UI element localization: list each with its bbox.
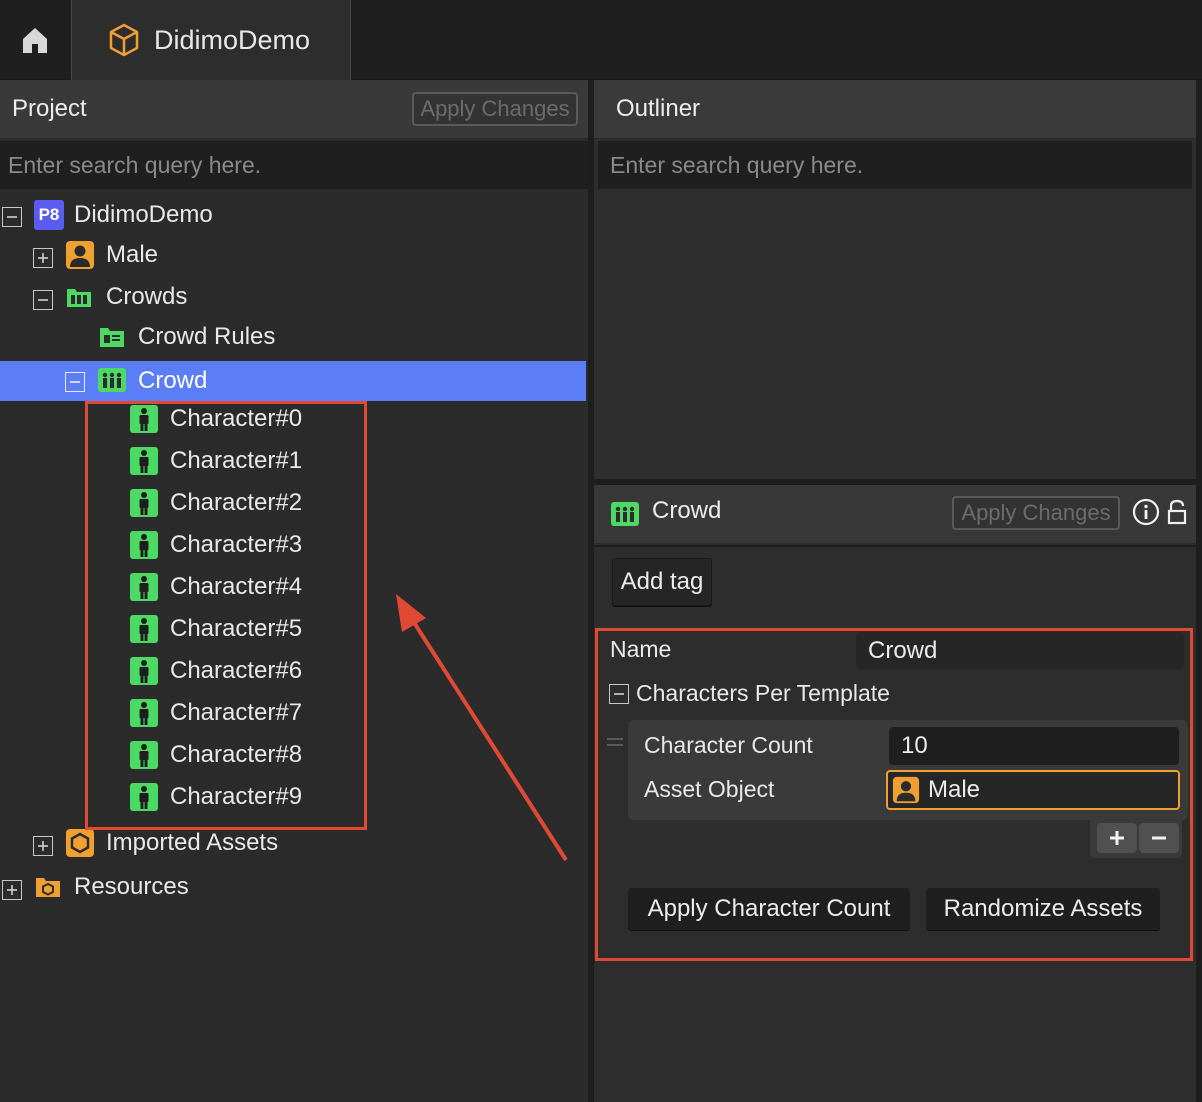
outliner-header: Outliner [594,80,1196,138]
crowd-icon [611,502,639,526]
project-title: Project [12,95,87,122]
tree-item-label: Resources [74,873,189,900]
outliner-title: Outliner [616,95,701,122]
cube-icon [109,23,139,57]
right-edge [1196,80,1202,1102]
outliner-search-input[interactable]: Enter search query here. [598,141,1192,189]
tree-item-resources[interactable]: Resources [0,867,588,907]
tree-item-label: Male [106,241,159,268]
inspector-separator [594,545,1196,547]
tab-label: DidimoDemo [154,24,311,55]
expand-toggle[interactable] [2,880,22,900]
annotation-box-inspector [595,628,1193,961]
tree-item-label: Imported Assets [106,829,279,856]
project-badge-icon: P8 [34,200,64,230]
character-template-icon [66,241,94,269]
inspector-title: Crowd [652,497,722,524]
resources-folder-icon [36,878,60,897]
lock-icon[interactable] [1166,498,1188,526]
inspector-apply-changes-button[interactable]: Apply Changes [952,496,1120,530]
annotation-arrow [396,594,568,862]
home-icon [23,28,47,53]
tree-item-didimodemo[interactable]: P8 DidimoDemo [0,195,588,235]
imported-assets-icon [66,829,94,857]
project-search-input[interactable]: Enter search query here. [0,141,588,189]
tree-item-crowd[interactable]: Crowd [0,361,586,401]
tree-item-label: Crowds [106,283,188,310]
expand-toggle[interactable] [33,248,53,268]
outliner-body [594,139,1196,479]
project-apply-changes-button[interactable]: Apply Changes [412,92,578,126]
home-button[interactable] [0,0,70,80]
add-tag-button[interactable]: Add tag [612,558,712,606]
top-bar: DidimoDemo [0,0,1202,80]
crowd-rules-icon [100,328,124,347]
tree-item-label: DidimoDemo [74,201,213,228]
collapse-toggle[interactable] [2,207,22,227]
tree-item-label: Crowd [138,367,208,394]
crowd-folder-icon [67,289,91,307]
crowd-icon [98,368,126,392]
tree-item-crowd-rules[interactable]: Crowd Rules [0,317,588,357]
tab-didimodemo[interactable]: DidimoDemo [71,0,351,80]
annotation-box-characters [85,401,367,830]
tree-item-crowds[interactable]: Crowds [0,277,588,317]
collapse-toggle[interactable] [33,290,53,310]
tree-item-male[interactable]: Male [0,235,588,275]
collapse-toggle[interactable] [65,372,85,392]
tree-item-label: Crowd Rules [138,323,276,350]
expand-toggle[interactable] [33,836,53,856]
info-icon[interactable] [1132,498,1160,526]
project-badge-text: P8 [38,205,60,224]
